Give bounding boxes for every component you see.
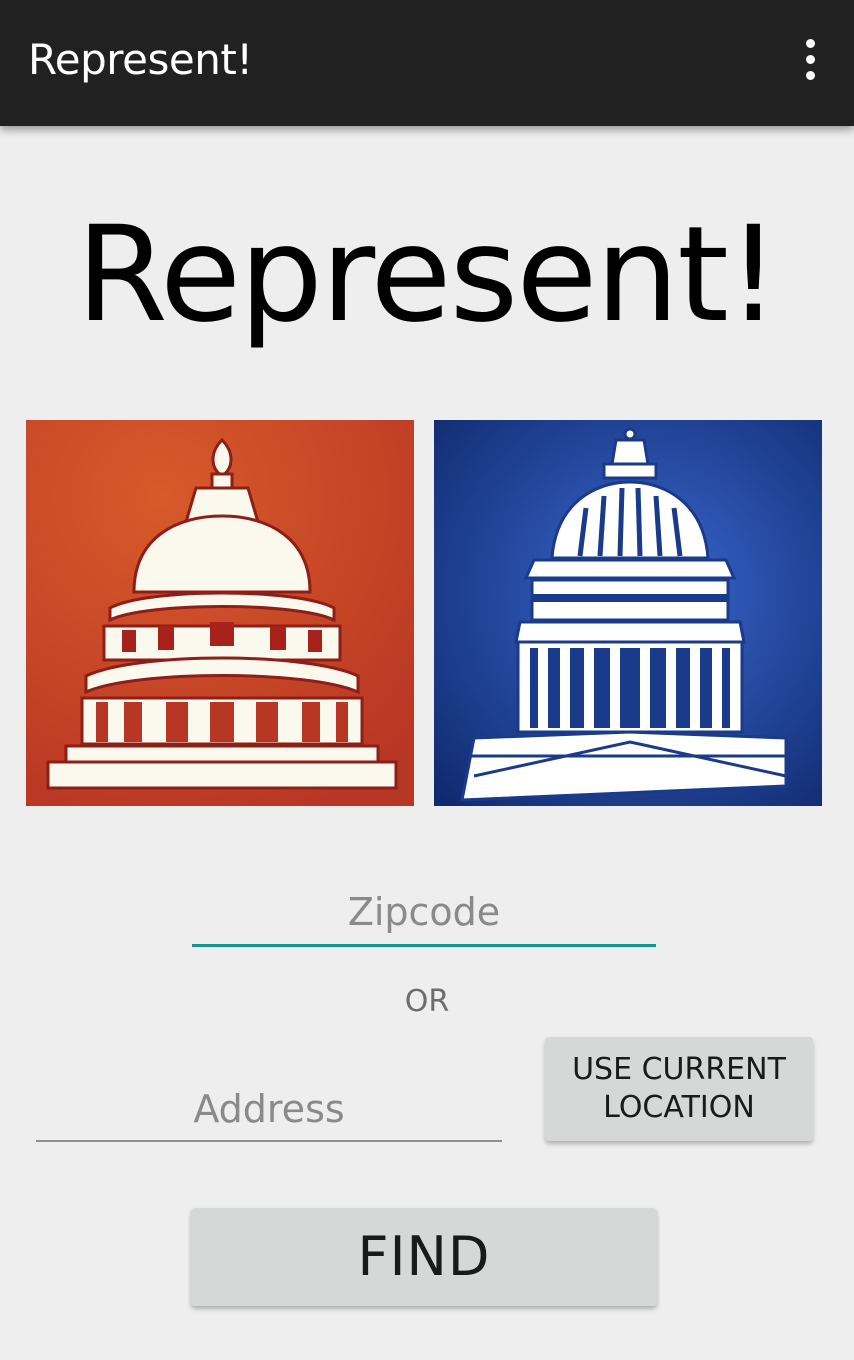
capitol-red-logo <box>26 420 414 806</box>
menu-dot <box>805 70 815 80</box>
use-current-location-button[interactable]: USE CURRENT LOCATION <box>545 1037 813 1141</box>
app-bar: Represent! <box>0 0 854 126</box>
address-input[interactable] <box>36 1078 502 1142</box>
find-button[interactable]: FIND <box>191 1208 657 1306</box>
or-label: OR <box>404 984 450 1019</box>
capitol-blue-logo <box>434 420 822 806</box>
zipcode-input[interactable] <box>192 880 656 947</box>
page-title: Represent! <box>76 198 780 352</box>
more-vert-icon[interactable] <box>790 33 830 85</box>
app-bar-title: Represent! <box>28 35 253 84</box>
menu-dot <box>805 54 815 64</box>
menu-dot <box>805 38 815 48</box>
